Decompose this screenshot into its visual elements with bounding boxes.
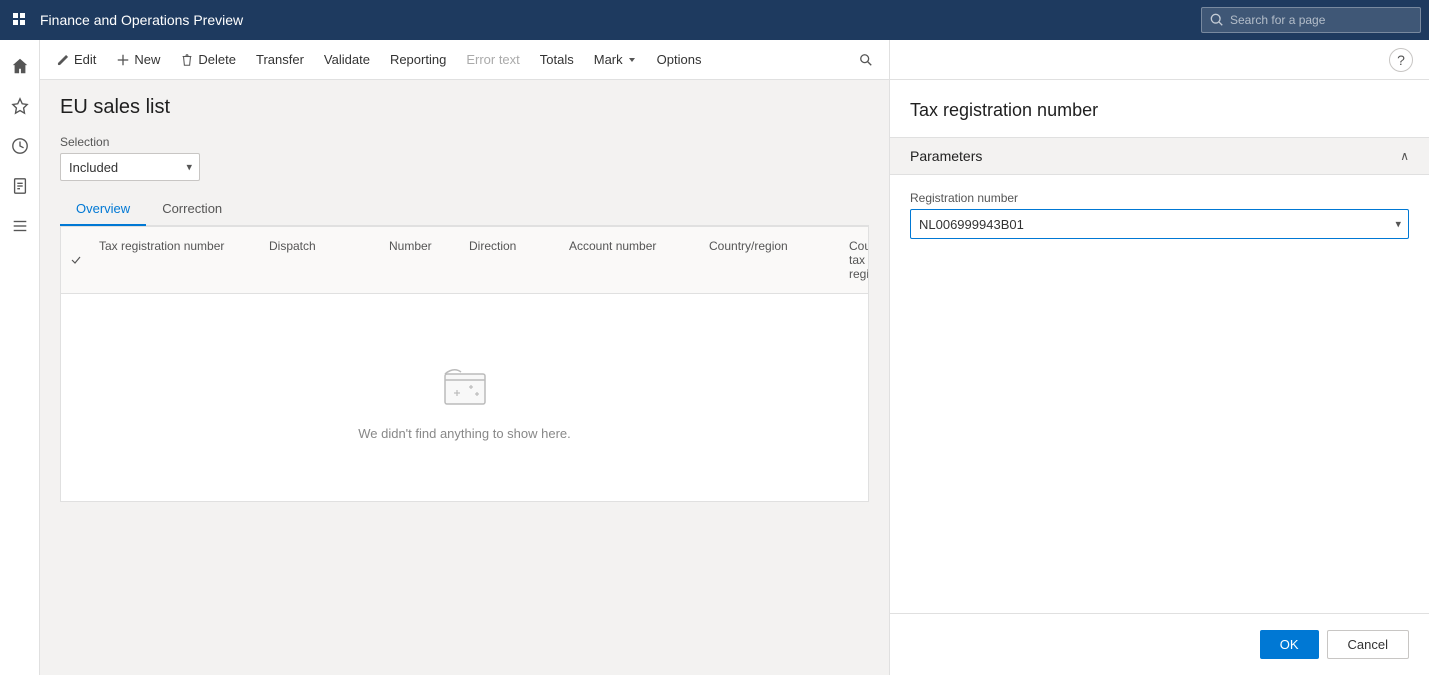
- transfer-button[interactable]: Transfer: [248, 48, 312, 71]
- left-sidebar: [0, 40, 40, 675]
- panel-header-bar: ?: [890, 40, 1429, 80]
- sidebar-item-favorites[interactable]: [2, 88, 38, 124]
- search-button[interactable]: [851, 49, 881, 71]
- tabs: Overview Correction: [60, 193, 869, 226]
- page-content: EU sales list Selection Included Exclude…: [40, 80, 889, 675]
- search-bar[interactable]: [1201, 7, 1421, 33]
- empty-state-icon: [435, 354, 495, 414]
- edit-button[interactable]: Edit: [48, 48, 104, 71]
- col-number: Number: [381, 235, 461, 285]
- delete-icon: [180, 53, 194, 67]
- col-country: Country/region: [701, 235, 841, 285]
- col-tax-reg: Tax registration number: [91, 235, 261, 285]
- panel-title: Tax registration number: [890, 80, 1429, 137]
- table-header: Tax registration number Dispatch Number …: [61, 227, 868, 294]
- sidebar-item-list[interactable]: [2, 208, 38, 244]
- options-button[interactable]: Options: [649, 48, 710, 71]
- edit-icon: [56, 53, 70, 67]
- registration-number-select[interactable]: NL006999943B01: [910, 209, 1409, 239]
- main-layout: Edit New Delete Transfer: [0, 40, 1429, 675]
- col-counterparty: Counterparty tax registration: [841, 235, 869, 285]
- delete-button[interactable]: Delete: [172, 48, 244, 71]
- sidebar-item-recent[interactable]: [2, 128, 38, 164]
- parameters-section-title: Parameters: [910, 148, 982, 164]
- new-icon: [116, 53, 130, 67]
- col-direction: Direction: [461, 235, 561, 285]
- reporting-button[interactable]: Reporting: [382, 48, 454, 71]
- error-text-button[interactable]: Error text: [458, 48, 527, 71]
- search-cmd-icon: [859, 53, 873, 67]
- help-button[interactable]: ?: [1389, 48, 1413, 72]
- panel-footer: OK Cancel: [890, 613, 1429, 675]
- selection-select-wrapper: Included Excluded All: [60, 153, 200, 181]
- ok-button[interactable]: OK: [1260, 630, 1319, 659]
- command-bar: Edit New Delete Transfer: [40, 40, 889, 80]
- search-icon: [1210, 13, 1224, 27]
- tab-overview[interactable]: Overview: [60, 193, 146, 226]
- registration-number-select-wrapper: NL006999943B01: [910, 209, 1409, 239]
- selection-row: Selection Included Excluded All: [60, 135, 869, 181]
- col-dispatch: Dispatch: [261, 235, 381, 285]
- cancel-button[interactable]: Cancel: [1327, 630, 1409, 659]
- panel-body: Registration number NL006999943B01: [890, 175, 1429, 271]
- page-title: EU sales list: [60, 96, 869, 119]
- registration-number-field: Registration number NL006999943B01: [910, 191, 1409, 239]
- right-panel: ? Tax registration number Parameters ∧ R…: [889, 40, 1429, 675]
- grid-menu-icon[interactable]: [8, 8, 32, 32]
- selection-select[interactable]: Included Excluded All: [60, 153, 200, 181]
- validate-button[interactable]: Validate: [316, 48, 378, 71]
- search-input[interactable]: [1230, 13, 1390, 27]
- sidebar-item-document[interactable]: [2, 168, 38, 204]
- content-area: Edit New Delete Transfer: [40, 40, 889, 675]
- mark-button[interactable]: Mark: [586, 48, 645, 71]
- table-area: Tax registration number Dispatch Number …: [60, 226, 869, 502]
- col-account: Account number: [561, 235, 701, 285]
- sidebar-item-home[interactable]: [2, 48, 38, 84]
- section-chevron-icon: ∧: [1400, 149, 1409, 163]
- top-nav-bar: Finance and Operations Preview: [0, 0, 1429, 40]
- registration-number-label: Registration number: [910, 191, 1409, 205]
- tab-correction[interactable]: Correction: [146, 193, 238, 226]
- parameters-section-header[interactable]: Parameters ∧: [890, 137, 1429, 175]
- empty-state-text: We didn't find anything to show here.: [358, 426, 571, 441]
- app-title: Finance and Operations Preview: [40, 12, 1193, 28]
- empty-state: We didn't find anything to show here.: [61, 294, 868, 501]
- selection-label: Selection: [60, 135, 869, 149]
- totals-button[interactable]: Totals: [532, 48, 582, 71]
- mark-chevron-icon: [627, 55, 637, 65]
- col-check: [61, 235, 91, 285]
- new-button[interactable]: New: [108, 48, 168, 71]
